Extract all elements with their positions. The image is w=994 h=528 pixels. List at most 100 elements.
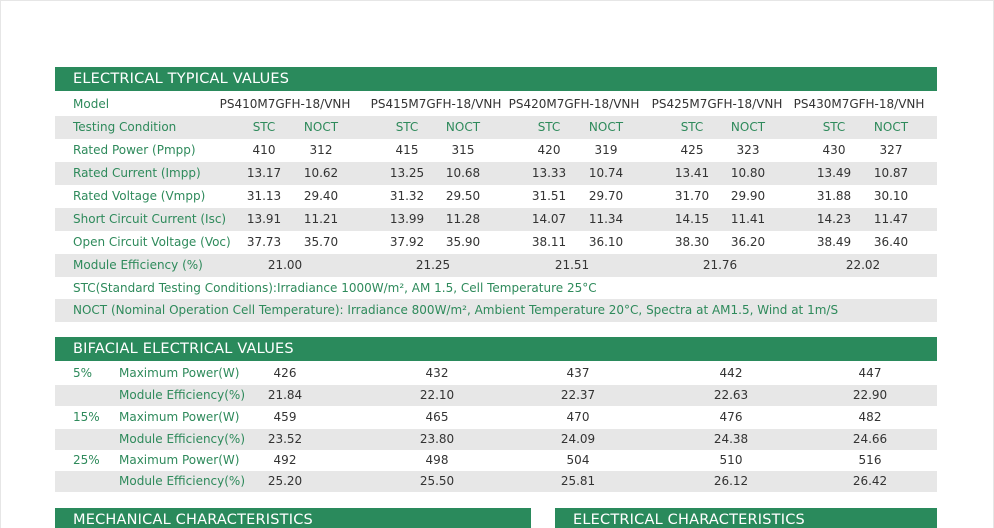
value-cell: 315	[451, 143, 475, 157]
value-cell: 36.40	[873, 235, 909, 249]
bifacial-row-power: 15% Maximum Power(W) 459 465 470 476 482	[55, 407, 937, 428]
value-cell: 29.70	[588, 189, 624, 203]
value-cell: 10.74	[588, 166, 624, 180]
value-cell: 504	[566, 453, 590, 467]
value-cell: 13.17	[246, 166, 282, 180]
bifacial-percent: 15%	[73, 410, 100, 424]
bifacial-row-efficiency: Module Efficiency(%) 25.20 25.50 25.81 2…	[55, 471, 937, 492]
value-cell: 23.80	[419, 432, 455, 446]
bifacial-percent: 5%	[73, 366, 93, 380]
value-cell: 516	[858, 453, 882, 467]
table-row-rated-power: Rated Power (Pmpp) 410 312 415 315 420 3…	[55, 139, 937, 162]
value-cell: 465	[425, 410, 449, 424]
row-label: Rated Voltage (Vmpp)	[73, 189, 206, 203]
value-cell: 476	[719, 410, 743, 424]
bifacial-electrical-values-header: BIFACIAL ELECTRICAL VALUES	[55, 337, 937, 361]
value-cell: 38.49	[816, 235, 852, 249]
row-label: Module Efficiency(%)	[119, 388, 246, 402]
value-cell: 11.28	[445, 212, 481, 226]
value-cell: 24.09	[560, 432, 596, 446]
value-cell: 29.90	[730, 189, 766, 203]
value-cell: 26.42	[852, 474, 888, 488]
value-cell: 430	[822, 143, 846, 157]
bifacial-percent: 25%	[73, 453, 100, 467]
value-cell: 312	[309, 143, 333, 157]
value-cell: 22.02	[845, 258, 881, 272]
table-row-testing-condition: Testing Condition STC NOCT STC NOCT STC …	[55, 116, 937, 139]
row-label: Model	[73, 97, 110, 111]
value-cell: 498	[425, 453, 449, 467]
value-cell: 13.91	[246, 212, 282, 226]
value-cell: 11.47	[873, 212, 909, 226]
value-cell: 37.73	[246, 235, 282, 249]
value-cell: 437	[566, 366, 590, 380]
model-name: PS420M7GFH-18/VNH	[508, 97, 640, 111]
value-cell: 327	[879, 143, 903, 157]
value-cell: 25.50	[419, 474, 455, 488]
row-label: Maximum Power(W)	[119, 410, 240, 424]
value-cell: 482	[858, 410, 882, 424]
value-cell: 447	[858, 366, 882, 380]
mechanical-characteristics-title: MECHANICAL CHARACTERISTICS	[73, 512, 313, 528]
row-label: Maximum Power(W)	[119, 366, 240, 380]
condition-noct: NOCT	[730, 120, 766, 134]
value-cell: 22.10	[419, 388, 455, 402]
condition-noct: NOCT	[873, 120, 909, 134]
value-cell: 13.33	[531, 166, 567, 180]
value-cell: 14.23	[816, 212, 852, 226]
model-name: PS410M7GFH-18/VNH	[219, 97, 351, 111]
value-cell: 13.49	[816, 166, 852, 180]
bifacial-row-power: 5% Maximum Power(W) 426 432 437 442 447	[55, 363, 937, 384]
value-cell: 29.50	[445, 189, 481, 203]
electrical-typical-values-header: ELECTRICAL TYPICAL VALUES	[55, 67, 937, 91]
table-row-module-efficiency: Module Efficiency (%) 21.00 21.25 21.51 …	[55, 254, 937, 277]
model-name: PS425M7GFH-18/VNH	[651, 97, 783, 111]
value-cell: 29.40	[303, 189, 339, 203]
value-cell: 415	[395, 143, 419, 157]
value-cell: 38.30	[674, 235, 710, 249]
table-row-rated-voltage: Rated Voltage (Vmpp) 31.13 29.40 31.32 2…	[55, 185, 937, 208]
row-label: Rated Current (Impp)	[73, 166, 201, 180]
value-cell: 14.07	[531, 212, 567, 226]
value-cell: 492	[273, 453, 297, 467]
value-cell: 21.00	[267, 258, 303, 272]
value-cell: 10.68	[445, 166, 481, 180]
model-name: PS415M7GFH-18/VNH	[370, 97, 502, 111]
value-cell: 35.70	[303, 235, 339, 249]
mechanical-characteristics-header: MECHANICAL CHARACTERISTICS	[55, 508, 531, 528]
row-label: Open Circuit Voltage (Voc)	[73, 235, 231, 249]
value-cell: 425	[680, 143, 704, 157]
condition-stc: STC	[395, 120, 419, 134]
value-cell: 38.11	[531, 235, 567, 249]
electrical-characteristics-title: ELECTRICAL CHARACTERISTICS	[573, 512, 805, 528]
row-label: Module Efficiency (%)	[73, 258, 203, 272]
value-cell: 31.70	[674, 189, 710, 203]
table-row-rated-current: Rated Current (Impp) 13.17 10.62 13.25 1…	[55, 162, 937, 185]
value-cell: 11.21	[303, 212, 339, 226]
table-row-open-circuit-voltage: Open Circuit Voltage (Voc) 37.73 35.70 3…	[55, 231, 937, 254]
value-cell: 22.63	[713, 388, 749, 402]
value-cell: 14.15	[674, 212, 710, 226]
value-cell: 21.76	[702, 258, 738, 272]
value-cell: 10.80	[730, 166, 766, 180]
value-cell: 426	[273, 366, 297, 380]
noct-note: NOCT (Nominal Operation Cell Temperature…	[73, 303, 839, 317]
row-label: Maximum Power(W)	[119, 453, 240, 467]
value-cell: 22.90	[852, 388, 888, 402]
condition-stc: STC	[537, 120, 561, 134]
value-cell: 24.66	[852, 432, 888, 446]
bifacial-row-power: 25% Maximum Power(W) 492 498 504 510 516	[55, 450, 937, 471]
row-label: Module Efficiency(%)	[119, 432, 246, 446]
value-cell: 10.62	[303, 166, 339, 180]
value-cell: 26.12	[713, 474, 749, 488]
row-label: Testing Condition	[73, 120, 177, 134]
model-name: PS430M7GFH-18/VNH	[793, 97, 925, 111]
condition-stc: STC	[822, 120, 846, 134]
value-cell: 23.52	[267, 432, 303, 446]
electrical-typical-values-title: ELECTRICAL TYPICAL VALUES	[73, 71, 290, 87]
value-cell: 31.88	[816, 189, 852, 203]
row-label: Short Circuit Current (Isc)	[73, 212, 227, 226]
value-cell: 319	[594, 143, 618, 157]
value-cell: 37.92	[389, 235, 425, 249]
value-cell: 25.81	[560, 474, 596, 488]
